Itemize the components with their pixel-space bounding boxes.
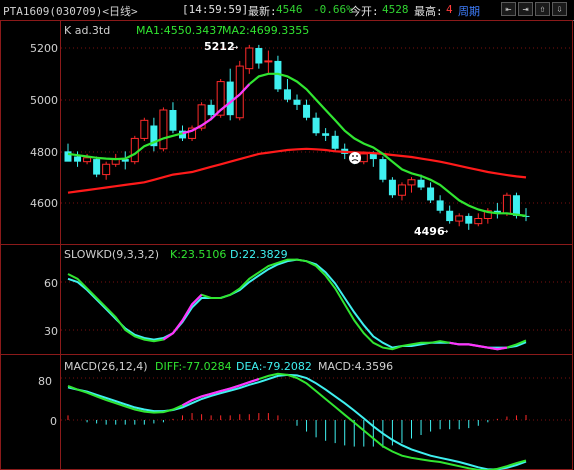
candle-body-down [369, 153, 377, 160]
candle-body-down [312, 117, 320, 134]
scroll-right-icon[interactable]: ⇥ [518, 2, 533, 16]
kd-d-label: D:22.3829 [230, 248, 288, 261]
macd-axis-frame [0, 354, 61, 470]
quote-header: PTA1609(030709)<日线> [14:59:59] 最新: 4546 … [0, 0, 574, 21]
candle-body-up [474, 218, 483, 225]
candle-body-down [465, 215, 473, 224]
symbol-label[interactable]: PTA1609(030709)<日线> [3, 3, 138, 19]
candle-body-up [140, 119, 149, 139]
price-y-tick: 5200 [30, 42, 58, 55]
candle-body-up [407, 179, 416, 186]
candle-body-down [293, 99, 301, 105]
candle-body-up [264, 60, 273, 63]
macd-y-tick: 0 [50, 415, 57, 428]
price-y-tick: 5000 [30, 94, 58, 107]
candlesticks [64, 44, 530, 230]
price-panel-title: K ad.3td [64, 24, 110, 37]
candle-body-up [83, 157, 92, 163]
candle-body-down [322, 133, 330, 136]
macd-dea-label: DEA:-79.2082 [236, 360, 312, 373]
time-label: [14:59:59] [182, 3, 249, 16]
macd-hist-label: MACD:4.3596 [318, 360, 393, 373]
last-price-value: 4546 [276, 3, 303, 16]
candle-body-up [502, 194, 511, 214]
zoom-out-icon[interactable]: ⇩ [552, 2, 567, 16]
candle-body-down [379, 159, 387, 180]
panel-frames [0, 20, 573, 470]
change-percent: -0.66% [313, 3, 353, 16]
candle-body-down [255, 48, 263, 64]
low-annotation: 4496 [414, 225, 445, 238]
candle-body-up [159, 109, 168, 150]
smiley-icon [349, 152, 361, 164]
open-price-label: 今开: [350, 5, 379, 18]
candle-body-up [455, 215, 464, 222]
price-y-tick: 4600 [30, 197, 58, 210]
kd-d-line [67, 258, 527, 349]
candle-body-down [93, 159, 101, 175]
candle-body-down [207, 104, 215, 116]
candle-body-down [64, 151, 72, 162]
high-price-value: 4 [446, 3, 453, 16]
candle-body-down [226, 81, 234, 116]
candle-body-down [427, 187, 435, 201]
candle-body-up [130, 137, 139, 163]
scroll-left-icon[interactable]: ⇤ [501, 2, 516, 16]
kd-k-label: K:23.5106 [170, 248, 226, 261]
kd-highlight [162, 294, 203, 341]
last-price-label: 最新: [248, 5, 277, 18]
ma2-label: MA2:4699.3355 [222, 24, 309, 37]
candle-body-up [359, 153, 368, 163]
price-y-tick: 4800 [30, 146, 58, 159]
low-arrow-icon: → [442, 226, 448, 237]
candle-body-down [446, 210, 454, 222]
high-annotation: 5212 [204, 40, 235, 53]
kd-y-tick: 60 [44, 277, 58, 290]
candle-body-up [102, 163, 111, 176]
candle-body-down [331, 135, 339, 149]
zoom-in-icon[interactable]: ⇧ [535, 2, 550, 16]
kd-panel-title: SLOWKD(9,3,3,2) [64, 248, 159, 261]
candle-body-down [436, 200, 444, 211]
kd-highlight [449, 341, 508, 351]
macd-y-tick: 80 [38, 375, 52, 388]
macd-panel-title: MACD(26,12,4) [64, 360, 148, 373]
high-price-label: 最高: [414, 5, 443, 18]
high-arrow-icon: → [232, 42, 238, 53]
kd-lines [67, 258, 527, 351]
candle-body-down [303, 104, 311, 118]
candle-body-down [169, 110, 177, 131]
candle-body-down [512, 195, 520, 216]
kd-axis-frame [0, 244, 61, 355]
macd-histogram [67, 413, 527, 448]
candle-body-up [397, 184, 406, 196]
chart-area[interactable]: K ad.3td MA1:4550.3437 MA2:4699.3355 520… [0, 20, 574, 470]
period-button[interactable]: 周期 [458, 3, 480, 19]
candle-body-down [417, 179, 425, 188]
ma1-label: MA1:4550.3437 [136, 24, 223, 37]
macd-diff-label: DIFF:-77.0284 [155, 360, 232, 373]
candle-body-up [245, 47, 254, 70]
open-price-value: 4528 [382, 3, 409, 16]
candle-body-down [74, 156, 82, 162]
candle-body-down [283, 89, 291, 100]
candle-body-down [388, 179, 396, 196]
kd-y-tick: 30 [44, 325, 58, 338]
